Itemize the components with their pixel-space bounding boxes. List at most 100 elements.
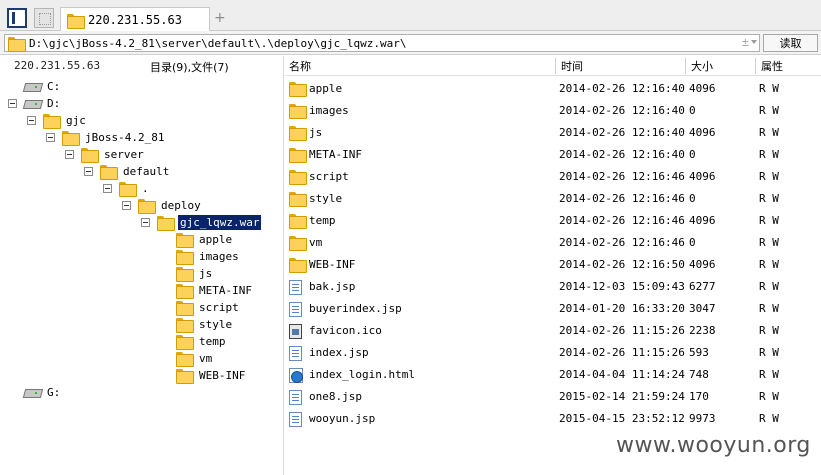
panel-toggle-icon[interactable] [7,8,27,28]
collapse-icon[interactable] [46,132,55,142]
tree-node-jboss[interactable]: jBoss-4.2_81 [46,129,166,146]
file-row[interactable]: vm 2014-02-26 12:16:46 0 R W [285,232,821,254]
file-attr: R W [759,324,779,337]
tree-node-child[interactable]: WEB-INF [176,367,247,384]
folder-icon [289,214,307,229]
tree-label: style [199,317,233,331]
drive-icon [24,387,40,397]
image-file-icon [289,324,302,339]
tree-label: jBoss-4.2_81 [85,130,165,144]
tree-node-server[interactable]: server [65,146,146,163]
tree-node-child[interactable]: apple [176,231,234,248]
file-row[interactable]: images 2014-02-26 12:16:40 0 R W [285,100,821,122]
folder-icon [176,317,194,333]
file-name: images [309,104,349,117]
folder-icon [176,266,194,282]
collapse-icon[interactable] [27,115,36,125]
collapse-icon[interactable] [84,166,93,176]
dropdown-arrow-icon[interactable] [751,40,757,44]
read-button[interactable]: 读取 [763,34,818,52]
folder-icon [289,82,307,97]
left-status-bar: 220.231.55.63 目录(9),文件(7) [0,56,284,76]
tab-host[interactable]: 220.231.55.63 [60,7,210,32]
folder-icon [289,170,307,185]
collapse-icon[interactable] [122,200,131,210]
tree-node-child[interactable]: images [176,248,241,265]
tree-node-war[interactable]: gjc_lqwz.war [141,214,262,231]
tree-node-child[interactable]: vm [176,350,214,367]
column-divider[interactable] [555,58,556,74]
tree-node-gjc[interactable]: gjc [27,112,88,129]
file-name: bak.jsp [309,280,356,293]
file-row[interactable]: script 2014-02-26 12:16:46 4096 R W [285,166,821,188]
file-row[interactable]: bak.jsp 2014-12-03 15:09:43 6277 R W [285,276,821,298]
file-size: 593 [689,346,709,359]
file-row[interactable]: index_login.html 2014-04-04 11:14:24 748 R … [285,364,821,386]
file-row[interactable]: favicon.ico 2014-02-26 11:15:26 2238 R W [285,320,821,342]
file-name: wooyun.jsp [309,412,376,425]
tree-node-drive-c[interactable]: C: [24,78,62,94]
tree-node-dot[interactable]: . [103,180,151,197]
folder-icon [176,368,194,384]
new-tab-plus-icon[interactable]: + [214,10,226,26]
file-row[interactable]: wooyun.jsp 2015-04-15 23:52:12 9973 R W [285,408,821,430]
folder-icon [176,283,194,299]
blank-page-icon[interactable] [34,8,54,28]
collapse-icon[interactable] [141,217,150,227]
file-size: 748 [689,368,709,381]
file-time: 2014-02-26 12:16:46 [559,192,685,205]
file-row[interactable]: js 2014-02-26 12:16:40 4096 R W [285,122,821,144]
file-row[interactable]: style 2014-02-26 12:16:46 0 R W [285,188,821,210]
file-time: 2015-02-14 21:59:24 [559,390,685,403]
folder-icon [176,334,194,350]
path-text: D:\gjc\jBoss-4.2_81\server\default\.\dep… [29,36,407,50]
tree-node-default[interactable]: default [84,163,171,180]
collapse-icon[interactable] [8,98,17,108]
tree-label: G: [47,385,61,399]
drive-icon [24,81,40,91]
file-attr: R W [759,126,779,139]
tree-node-child[interactable]: js [176,265,214,282]
tree-label: temp [199,334,226,348]
file-row[interactable]: temp 2014-02-26 12:16:46 4096 R W [285,210,821,232]
file-time: 2014-04-04 11:14:24 [559,368,685,381]
path-input[interactable]: D:\gjc\jBoss-4.2_81\server\default\.\dep… [4,34,760,52]
plus-minus-icon[interactable]: ± [742,35,749,49]
folder-icon [176,249,194,265]
tree-node-drive-g[interactable]: G: [24,384,62,400]
file-row[interactable]: one8.jsp 2015-02-14 21:59:24 170 R W [285,386,821,408]
column-attr[interactable]: 属性 [757,58,783,74]
file-row[interactable]: WEB-INF 2014-02-26 12:16:50 4096 R W [285,254,821,276]
tree-node-drive-d[interactable]: D: [8,95,62,111]
collapse-icon[interactable] [103,183,112,193]
tree-node-child[interactable]: META-INF [176,282,254,299]
list-header: 名称 时间 大小 属性 [285,56,821,76]
file-row[interactable]: buyerindex.jsp 2014-01-20 16:33:20 3047 R W [285,298,821,320]
folder-icon [119,181,137,197]
file-icon [289,280,302,295]
column-divider[interactable] [755,58,756,74]
column-divider[interactable] [685,58,686,74]
column-name[interactable]: 名称 [285,58,311,74]
tree-node-deploy[interactable]: deploy [122,197,203,214]
tree-node-child[interactable]: script [176,299,241,316]
tree-node-child[interactable]: temp [176,333,228,350]
file-time: 2015-04-15 23:52:12 [559,412,685,425]
file-attr: R W [759,302,779,315]
file-row[interactable]: index.jsp 2014-02-26 11:15:26 593 R W [285,342,821,364]
tree-label: js [199,266,213,280]
file-size: 3047 [689,302,716,315]
file-time: 2014-02-26 11:15:26 [559,346,685,359]
tree-node-child[interactable]: style [176,316,234,333]
column-size[interactable]: 大小 [687,58,713,74]
directory-tree: C: D: gjc jBoss-4.2_81 server default . … [0,76,284,475]
folder-icon [157,215,175,231]
file-name: favicon.ico [309,324,382,337]
file-row[interactable]: META-INF 2014-02-26 12:16:40 0 R W [285,144,821,166]
folder-icon [289,236,307,251]
file-size: 0 [689,236,696,249]
collapse-icon[interactable] [65,149,74,159]
file-row[interactable]: apple 2014-02-26 12:16:40 4096 R W [285,78,821,100]
folder-icon [176,351,194,367]
column-time[interactable]: 时间 [557,58,583,74]
